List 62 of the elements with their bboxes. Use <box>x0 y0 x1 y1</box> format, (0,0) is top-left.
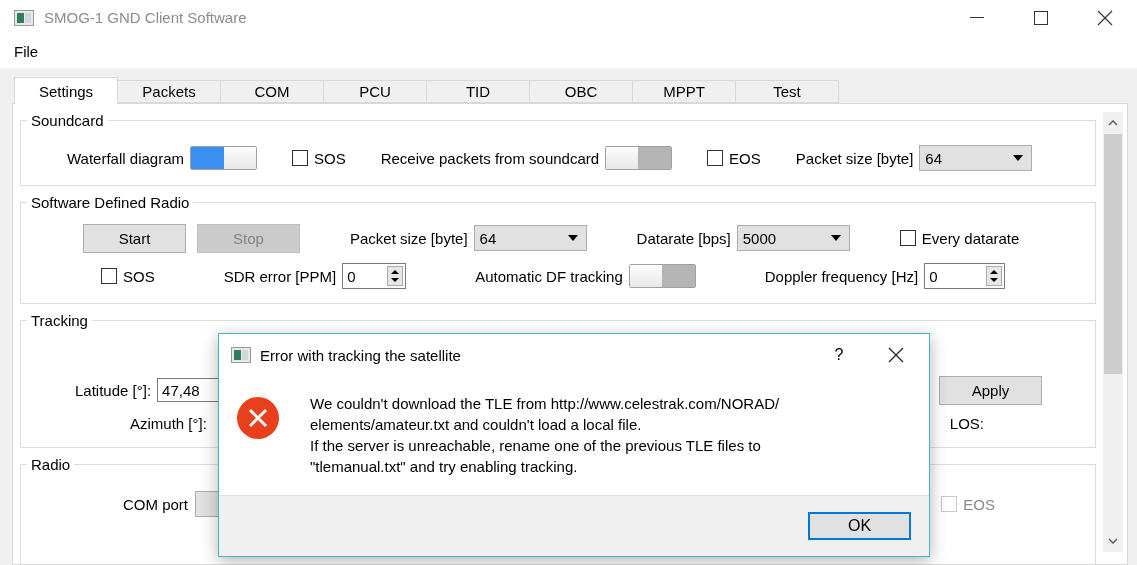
spin-box[interactable]: 0 <box>342 263 407 289</box>
tab[interactable]: MPPT <box>632 80 736 103</box>
scrollbar[interactable] <box>1103 112 1123 552</box>
tab[interactable]: OBC <box>529 80 633 103</box>
error-icon <box>236 396 280 440</box>
toggle-label: Automatic DF tracking <box>475 267 623 285</box>
toggle-label: Waterfall diagram <box>67 149 184 167</box>
field-label: Datarate [bps] <box>636 229 731 247</box>
dropdown[interactable]: 64 <box>473 225 587 251</box>
tab[interactable]: Packets <box>117 80 221 103</box>
apply-button[interactable]: Apply <box>939 375 1042 405</box>
checkbox-label: SOS <box>314 149 346 167</box>
caret-icon <box>830 235 841 241</box>
ok-button[interactable]: OK <box>808 512 911 540</box>
group-title: Software Defined Radio <box>30 194 191 211</box>
field-label: Latitude [°]: <box>75 381 152 399</box>
toggle-switch[interactable] <box>190 146 257 170</box>
caret-icon <box>567 235 578 241</box>
toggle-switch[interactable] <box>605 146 673 170</box>
menu-item[interactable]: File <box>14 43 39 60</box>
spin-arrows-icon[interactable] <box>986 266 1003 286</box>
group-title: Tracking <box>30 312 89 329</box>
toggle-label: Receive packets from soundcard <box>380 149 600 167</box>
tab[interactable]: TID <box>426 80 530 103</box>
field-label: LOS: <box>949 414 984 432</box>
field-label: Packet size [byte] <box>350 229 468 247</box>
checkbox-label: Every datarate <box>921 229 1020 247</box>
error-message: We couldn't download the TLE from http://www.celestrak.com/NORAD/ elements/amateur.txt and couldn't load a local file. If the server is unreachable, rename one of the previous TLE files to "tlemanual.txt" and try enabling tracking. <box>310 394 780 477</box>
tab[interactable]: COM <box>220 80 324 103</box>
action-button[interactable]: Start <box>83 223 186 253</box>
field-label: Azimuth [°]: <box>130 414 207 432</box>
field-label: Packet size [byte] <box>795 149 914 167</box>
checkbox-label: EOS <box>963 495 995 513</box>
field-label: Doppler frequency [Hz] <box>764 267 919 285</box>
checkbox[interactable] <box>707 150 724 166</box>
toggle-switch[interactable] <box>628 264 696 288</box>
dialog-title: Error with tracking the satellite <box>260 346 462 364</box>
app-icon <box>14 9 34 26</box>
tab[interactable]: PCU <box>323 80 427 103</box>
field-label: COM port <box>123 495 188 513</box>
checkbox-label: SOS <box>123 267 155 285</box>
dropdown[interactable]: 5000 <box>736 225 850 251</box>
help-button[interactable]: ? <box>824 346 854 364</box>
app-icon <box>231 347 251 363</box>
checkbox[interactable] <box>101 268 117 284</box>
checkbox[interactable] <box>899 230 916 246</box>
checkbox-label: EOS <box>729 149 761 167</box>
maximize-icon[interactable] <box>1034 10 1048 25</box>
caret-icon <box>1013 155 1024 161</box>
close-icon[interactable] <box>888 347 904 363</box>
spin-box[interactable]: 0 <box>924 263 1006 289</box>
tab[interactable]: Test <box>735 80 839 103</box>
spin-arrows-icon[interactable] <box>387 266 404 286</box>
checkbox[interactable] <box>292 150 308 166</box>
group-title: Soundcard <box>30 112 105 129</box>
minimize-icon[interactable] <box>970 16 984 19</box>
dropdown[interactable]: 64 <box>919 145 1033 171</box>
group-title: Radio <box>30 456 72 473</box>
close-icon[interactable] <box>1097 9 1113 26</box>
field-label: SDR error [PPM] <box>223 267 337 285</box>
window-title: SMOG-1 GND Client Software <box>44 9 248 26</box>
tab[interactable]: Settings <box>14 77 118 104</box>
